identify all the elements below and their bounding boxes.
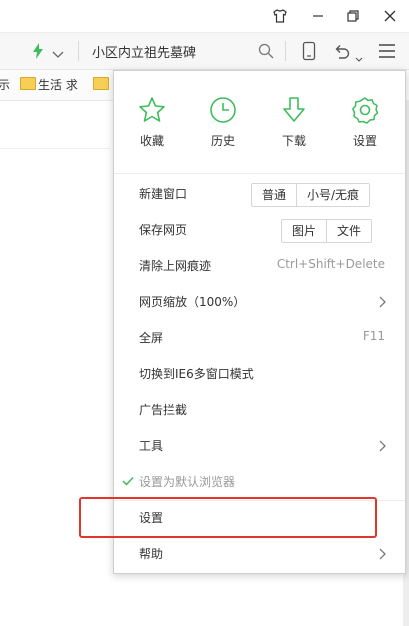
chevron-right-icon xyxy=(379,548,386,560)
close-icon[interactable] xyxy=(378,4,402,28)
new-window-private-button[interactable]: 小号/无痕 xyxy=(296,184,369,206)
separator xyxy=(78,41,79,61)
menu-item-ie6-mode[interactable]: 切换到IE6多窗口模式 xyxy=(114,356,405,392)
menu-item-clear-traces[interactable]: 清除上网痕迹 Ctrl+Shift+Delete xyxy=(114,248,405,284)
lightning-icon[interactable] xyxy=(32,43,44,63)
menu-item-new-window: 新建窗口 普通 小号/无痕 xyxy=(114,176,405,212)
checkmark-icon xyxy=(122,476,134,486)
save-as-image-button[interactable]: 图片 xyxy=(282,220,326,242)
restore-icon[interactable] xyxy=(341,4,365,28)
menu-item-default-browser[interactable]: 设置为默认浏览器 xyxy=(114,464,405,500)
folder-icon[interactable] xyxy=(93,77,109,90)
menu-item-tools[interactable]: 工具 xyxy=(114,428,405,464)
separator xyxy=(285,41,286,61)
page-divider xyxy=(0,148,110,149)
menu-item-help[interactable]: 帮助 xyxy=(114,536,405,572)
search-icon[interactable] xyxy=(258,43,274,63)
new-window-normal-button[interactable]: 普通 xyxy=(252,184,296,206)
undo-icon[interactable] xyxy=(333,42,351,64)
settings-highlight-box xyxy=(79,497,377,538)
clock-icon xyxy=(209,96,237,124)
search-query[interactable]: 小区内立祖先墓碑 xyxy=(92,42,196,61)
shortcut-label: Ctrl+Shift+Delete xyxy=(276,257,385,271)
menu-divider xyxy=(114,173,405,174)
shortcut-label: F11 xyxy=(362,329,385,343)
save-as-file-button[interactable]: 文件 xyxy=(326,220,371,242)
quick-actions: 收藏 历史 下载 设置 xyxy=(114,71,405,171)
menu-item-save-page: 保存网页 图片 文件 xyxy=(114,212,405,248)
skin-shirt-icon[interactable] xyxy=(268,4,292,28)
bookmark-folder-life[interactable]: 生活 求 xyxy=(38,76,78,93)
gear-icon xyxy=(351,96,379,124)
chevron-right-icon xyxy=(379,440,386,452)
download-arrow-icon xyxy=(280,96,308,124)
phone-icon[interactable] xyxy=(302,41,316,65)
star-icon xyxy=(138,96,166,124)
chevron-right-icon xyxy=(379,296,386,308)
quick-downloads[interactable]: 下载 xyxy=(264,96,324,149)
quick-history[interactable]: 历史 xyxy=(193,96,253,149)
new-window-options: 普通 小号/无痕 xyxy=(251,183,371,207)
folder-icon xyxy=(20,77,36,90)
menu-item-fullscreen[interactable]: 全屏 F11 xyxy=(114,320,405,356)
quick-settings[interactable]: 设置 xyxy=(335,96,395,149)
title-bar xyxy=(0,0,409,32)
address-bar: 小区内立祖先墓碑 xyxy=(0,32,409,70)
quick-favorites[interactable]: 收藏 xyxy=(122,96,182,149)
chevron-down-icon[interactable] xyxy=(52,45,64,64)
menu-hamburger-icon[interactable] xyxy=(378,43,396,63)
minimize-icon[interactable] xyxy=(306,4,330,28)
chevron-down-icon[interactable] xyxy=(355,48,363,67)
menu-item-adblock[interactable]: 广告拦截 xyxy=(114,392,405,428)
save-page-options: 图片 文件 xyxy=(281,219,373,243)
bookmark-fragment[interactable]: 示 xyxy=(0,76,10,93)
menu-item-zoom[interactable]: 网页缩放（100%） xyxy=(114,284,405,320)
